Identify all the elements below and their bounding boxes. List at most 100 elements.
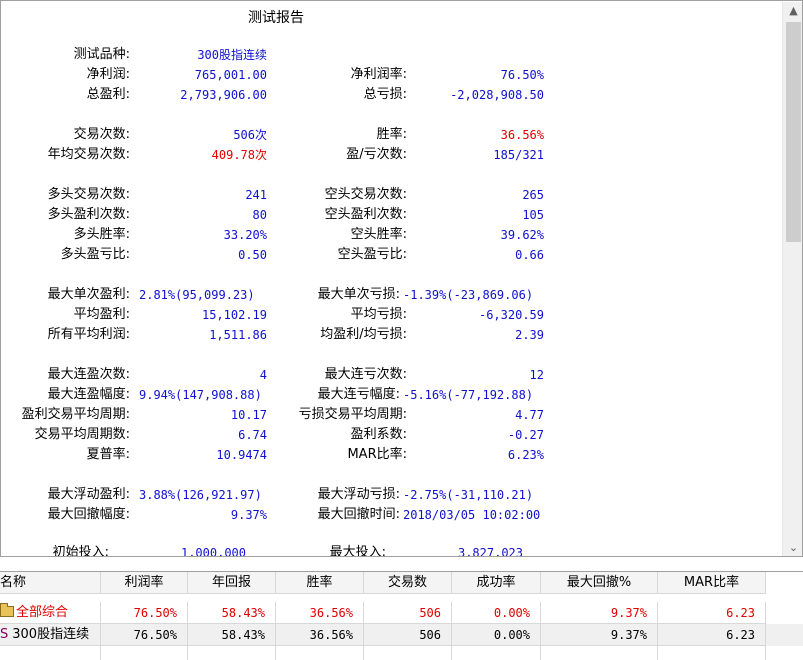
cell-max-drawdown: 9.37% <box>541 602 658 624</box>
table-row-empty <box>0 646 803 660</box>
label-avg-profit-all: 所有平均利润: <box>47 327 130 342</box>
label-profit-factor: 盈利系数: <box>350 427 407 442</box>
header-win-rate[interactable]: 胜率 <box>276 572 364 594</box>
clipped-row: 初始投入: 1,000,000 最大投入: 3,827,023 <box>1 541 781 557</box>
header-trade-count[interactable]: 交易数 <box>364 572 452 594</box>
cell-annual-return: 58.43% <box>188 602 276 624</box>
cell-profit-rate: 76.50% <box>101 602 188 624</box>
label-win-loss-count: 盈/亏次数: <box>346 147 407 162</box>
label-total-loss: 总亏损: <box>363 87 407 102</box>
header-max-drawdown[interactable]: 最大回撤% <box>541 572 658 594</box>
value-short-wins: 105 <box>522 208 544 222</box>
value-win-trade-avg-period: 10.17 <box>230 408 267 422</box>
strategy-s-icon: S <box>0 627 9 642</box>
label-test-instrument: 测试品种: <box>73 47 130 62</box>
label-max-single-gain: 最大单次盈利: <box>47 287 130 302</box>
value-profit-factor: -0.27 <box>507 428 544 442</box>
label-win-rate: 胜率: <box>376 127 407 142</box>
value-avg-gain: 15,102.19 <box>201 308 267 322</box>
value-win-loss-count: 185/321 <box>493 148 544 162</box>
summary-grid: 名称 利润率 年回报 胜率 交易数 成功率 最大回撤% MAR比率 全部综合 7… <box>0 571 803 660</box>
cell-profit-rate: 76.50% <box>101 624 188 646</box>
label-total-gain: 总盈利: <box>86 87 130 102</box>
label-long-pl-ratio: 多头盈亏比: <box>60 247 130 262</box>
cell-success-rate: 0.00% <box>452 602 541 624</box>
value-test-instrument: 300股指连续 <box>197 48 267 62</box>
value-win-rate: 36.56% <box>500 128 544 142</box>
value-max-consec-losses: 12 <box>529 368 544 382</box>
value-long-trades: 241 <box>245 188 267 202</box>
value-max-single-loss: -1.39%(-23,869.06) <box>403 288 534 302</box>
value-short-trades: 265 <box>522 188 544 202</box>
header-annual-return[interactable]: 年回报 <box>188 572 276 594</box>
header-success-rate[interactable]: 成功率 <box>452 572 541 594</box>
report-title: 测试报告 <box>248 10 304 26</box>
cell-win-rate: 36.56% <box>276 624 364 646</box>
value-short-pl-ratio: 0.66 <box>515 248 544 262</box>
label-long-wins: 多头盈利次数: <box>47 207 130 222</box>
value-max-investment: 3,827,023 <box>457 546 523 557</box>
cell-annual-return: 58.43% <box>188 624 276 646</box>
value-total-loss: -2,028,908.50 <box>450 88 544 102</box>
label-avg-gain: 平均盈利: <box>73 307 130 322</box>
label-max-single-loss: 最大单次亏损: <box>317 287 400 302</box>
grid-header-row: 名称 利润率 年回报 胜率 交易数 成功率 最大回撤% MAR比率 <box>0 572 803 594</box>
label-short-pl-ratio: 空头盈亏比: <box>337 247 407 262</box>
label-max-drawdown: 最大回撤幅度: <box>47 507 130 522</box>
header-profit-rate[interactable]: 利润率 <box>101 572 188 594</box>
label-max-float-gain: 最大浮动盈利: <box>47 487 130 502</box>
label-max-consec-losses: 最大连亏次数: <box>324 367 407 382</box>
table-row[interactable]: S 300股指连续 76.50% 58.43% 36.56% 506 0.00% … <box>0 624 803 646</box>
label-loss-trade-avg-period: 亏损交易平均周期: <box>298 407 407 422</box>
cell-mar-ratio: 6.23 <box>658 602 766 624</box>
test-report-panel: 测试报告 测试品种: 300股指连续 净利润: 765,001.00 净利润率:… <box>0 0 803 557</box>
label-net-profit: 净利润: <box>86 67 130 82</box>
label-max-consec-wins: 最大连盈次数: <box>47 367 130 382</box>
scroll-down-icon[interactable]: ⌄ <box>783 539 802 556</box>
cell-mar-ratio: 6.23 <box>658 624 766 646</box>
label-win-trade-avg-period: 盈利交易平均周期: <box>21 407 130 422</box>
scroll-thumb[interactable] <box>786 22 801 242</box>
value-short-win-rate: 39.62% <box>500 228 544 242</box>
label-trade-count: 交易次数: <box>73 127 130 142</box>
label-long-trades: 多头交易次数: <box>47 187 130 202</box>
value-avg-gain-loss-ratio: 2.39 <box>515 328 544 342</box>
label-short-wins: 空头盈利次数: <box>324 207 407 222</box>
header-mar-ratio[interactable]: MAR比率 <box>658 572 766 594</box>
label-mar-ratio: MAR比率: <box>347 447 407 462</box>
empty-cell <box>0 646 101 660</box>
value-long-win-rate: 33.20% <box>223 228 267 242</box>
cell-success-rate: 0.00% <box>452 624 541 646</box>
header-name[interactable]: 名称 <box>0 572 101 594</box>
row-name: 300股指连续 <box>12 627 90 642</box>
label-net-profit-rate: 净利润率: <box>350 67 407 82</box>
value-mar-ratio: 6.23% <box>507 448 544 462</box>
empty-cell <box>541 646 658 660</box>
folder-icon <box>0 603 14 617</box>
value-avg-profit-all: 1,511.86 <box>209 328 267 342</box>
label-max-float-loss: 最大浮动亏损: <box>317 487 400 502</box>
row-name-cell: S 300股指连续 <box>0 624 101 646</box>
label-initial-investment: 初始投入: <box>52 545 109 557</box>
value-net-profit-rate: 76.50% <box>500 68 544 82</box>
value-max-drawdown: 9.37% <box>230 508 267 522</box>
label-avg-loss: 平均亏损: <box>350 307 407 322</box>
value-annual-trades: 409.78次 <box>211 148 267 162</box>
report-vertical-scrollbar[interactable]: ▲ ⌄ <box>782 2 802 556</box>
value-max-consec-wins: 4 <box>259 368 267 382</box>
value-long-wins: 80 <box>252 208 267 222</box>
scroll-up-icon[interactable]: ▲ <box>783 2 802 20</box>
value-max-consec-loss-amp: -5.16%(-77,192.88) <box>403 388 534 402</box>
value-initial-investment: 1,000,000 <box>180 546 246 557</box>
value-max-consec-gain-amp: 9.94%(147,908.88) <box>139 388 262 402</box>
empty-cell <box>452 646 541 660</box>
table-row[interactable]: 全部综合 76.50% 58.43% 36.56% 506 0.00% 9.37… <box>0 602 803 624</box>
label-short-trades: 空头交易次数: <box>324 187 407 202</box>
empty-cell <box>364 646 452 660</box>
empty-cell <box>101 646 188 660</box>
value-net-profit: 765,001.00 <box>194 68 267 82</box>
label-long-win-rate: 多头胜率: <box>73 227 130 242</box>
value-max-float-loss: -2.75%(-31,110.21) <box>403 488 534 502</box>
label-sharpe-ratio: 夏普率: <box>86 447 130 462</box>
label-annual-trades: 年均交易次数: <box>47 147 130 162</box>
